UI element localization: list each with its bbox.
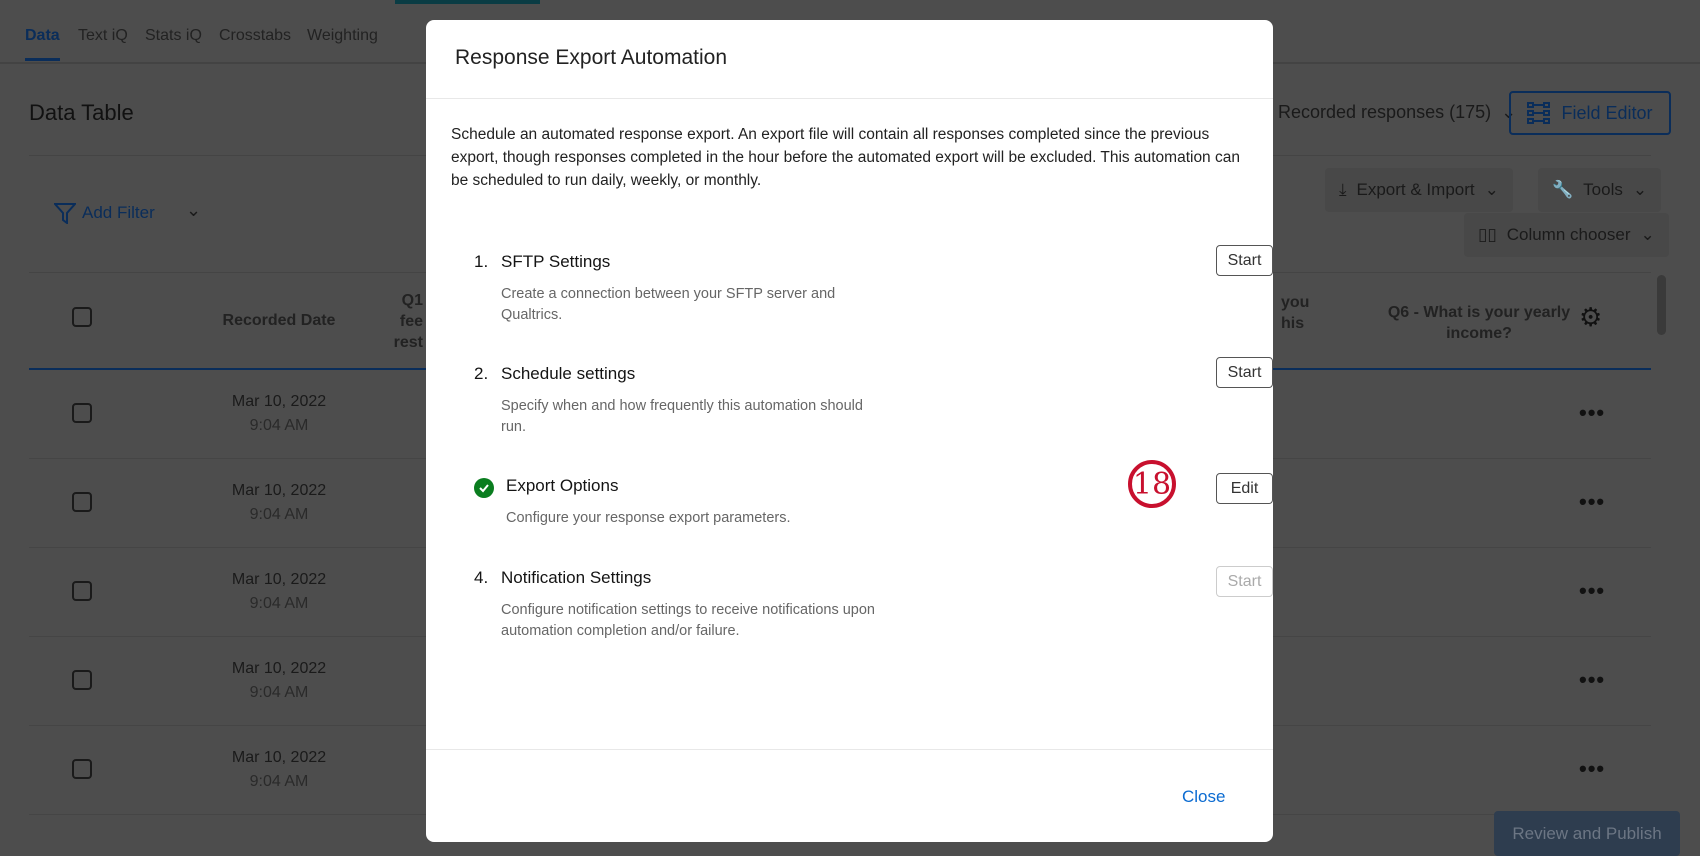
step-description: Configure notification settings to recei… [501, 602, 875, 639]
recorded-date: Mar 10, 2022 9:04 AM [231, 393, 327, 434]
header-q6[interactable]: Q6 - What is your yearly income? [1379, 302, 1579, 344]
field-editor-button[interactable]: Field Editor [1509, 91, 1671, 135]
column-chooser-button[interactable]: ▯▯ Column chooser ⌄ [1464, 213, 1669, 257]
download-icon: ⤓ [1339, 180, 1347, 199]
step-description: Create a connection between your SFTP se… [501, 286, 836, 323]
more-icon[interactable]: ••• [1579, 489, 1605, 515]
row-checkbox[interactable] [72, 492, 92, 512]
column-chooser-label: Column chooser [1506, 225, 1631, 244]
row-checkbox[interactable] [72, 670, 92, 690]
row-checkbox[interactable] [72, 759, 92, 779]
step-number: 1. [474, 252, 489, 271]
tab-weighting[interactable]: Weighting [307, 27, 378, 45]
step-description: Configure your response export parameter… [506, 510, 791, 526]
check-circle-icon [474, 478, 494, 498]
more-icon[interactable]: ••• [1579, 756, 1605, 782]
row-checkbox[interactable] [72, 581, 92, 601]
row-checkbox[interactable] [72, 403, 92, 423]
add-filter-label: Add Filter [82, 203, 155, 222]
annotation-badge: 18 [1128, 460, 1176, 508]
step-title: SFTP Settings [501, 252, 611, 271]
export-import-button[interactable]: ⤓ Export & Import ⌄ [1325, 168, 1513, 212]
step-number: 4. [474, 568, 489, 587]
more-icon[interactable]: ••• [1579, 667, 1605, 693]
recorded-date: Mar 10, 2022 9:04 AM [231, 749, 327, 790]
tools-button[interactable]: 🔧 Tools ⌄ [1538, 168, 1662, 212]
select-all-checkbox[interactable] [72, 307, 92, 327]
field-editor-label: Field Editor [1561, 102, 1653, 123]
gear-icon[interactable]: ⚙ [1579, 302, 1602, 333]
filter-chevron-down-icon[interactable]: ⌄ [186, 200, 201, 221]
responses-dropdown-label: Recorded responses (175) [1278, 102, 1492, 122]
review-and-publish-button[interactable]: Review and Publish [1494, 811, 1680, 856]
header-q1[interactable]: Q1 fee rest [379, 290, 423, 353]
responses-dropdown[interactable]: Recorded responses (175) ⌄ [1278, 102, 1516, 123]
chevron-down-icon: ⌄ [1484, 180, 1499, 199]
more-icon[interactable]: ••• [1579, 578, 1605, 604]
chevron-down-icon: ⌄ [1640, 225, 1655, 244]
page-title: Data Table [29, 100, 134, 125]
close-button[interactable]: Close [1182, 787, 1225, 807]
recorded-date: Mar 10, 2022 9:04 AM [231, 571, 327, 612]
export-import-label: Export & Import [1356, 180, 1475, 199]
modal-title: Response Export Automation [455, 46, 727, 69]
step-title: Notification Settings [501, 568, 652, 587]
field-editor-icon [1527, 102, 1551, 124]
tools-label: Tools [1583, 180, 1623, 199]
scrollbar[interactable] [1657, 275, 1666, 335]
modal-description: Schedule an automated response export. A… [451, 126, 1240, 189]
step-title: Schedule settings [501, 364, 636, 383]
tab-crosstabs[interactable]: Crosstabs [219, 27, 291, 45]
notification-start-button[interactable]: Start [1216, 566, 1273, 597]
response-export-automation-dialog: Response Export Automation Schedule an a… [426, 20, 1273, 842]
step-title: Export Options [506, 476, 619, 495]
tab-stats-iq[interactable]: Stats iQ [145, 27, 202, 45]
add-filter-button[interactable]: Add Filter [54, 202, 155, 224]
tab-data[interactable]: Data [25, 27, 60, 61]
more-icon[interactable]: ••• [1579, 400, 1605, 426]
export-options-edit-button[interactable]: Edit [1216, 473, 1273, 504]
header-q5[interactable]: you his [1281, 292, 1309, 334]
step-description: Specify when and how frequently this aut… [501, 398, 863, 435]
recorded-date: Mar 10, 2022 9:04 AM [231, 660, 327, 701]
sftp-start-button[interactable]: Start [1216, 245, 1273, 276]
step-number: 2. [474, 364, 489, 383]
schedule-start-button[interactable]: Start [1216, 357, 1273, 388]
wrench-icon: 🔧 [1552, 180, 1574, 199]
columns-icon: ▯▯ [1478, 225, 1497, 244]
header-recorded-date[interactable]: Recorded Date [179, 312, 379, 330]
tab-text-iq[interactable]: Text iQ [78, 27, 128, 45]
recorded-date: Mar 10, 2022 9:04 AM [231, 482, 327, 523]
filter-icon [54, 203, 76, 224]
chevron-down-icon: ⌄ [1632, 180, 1648, 199]
